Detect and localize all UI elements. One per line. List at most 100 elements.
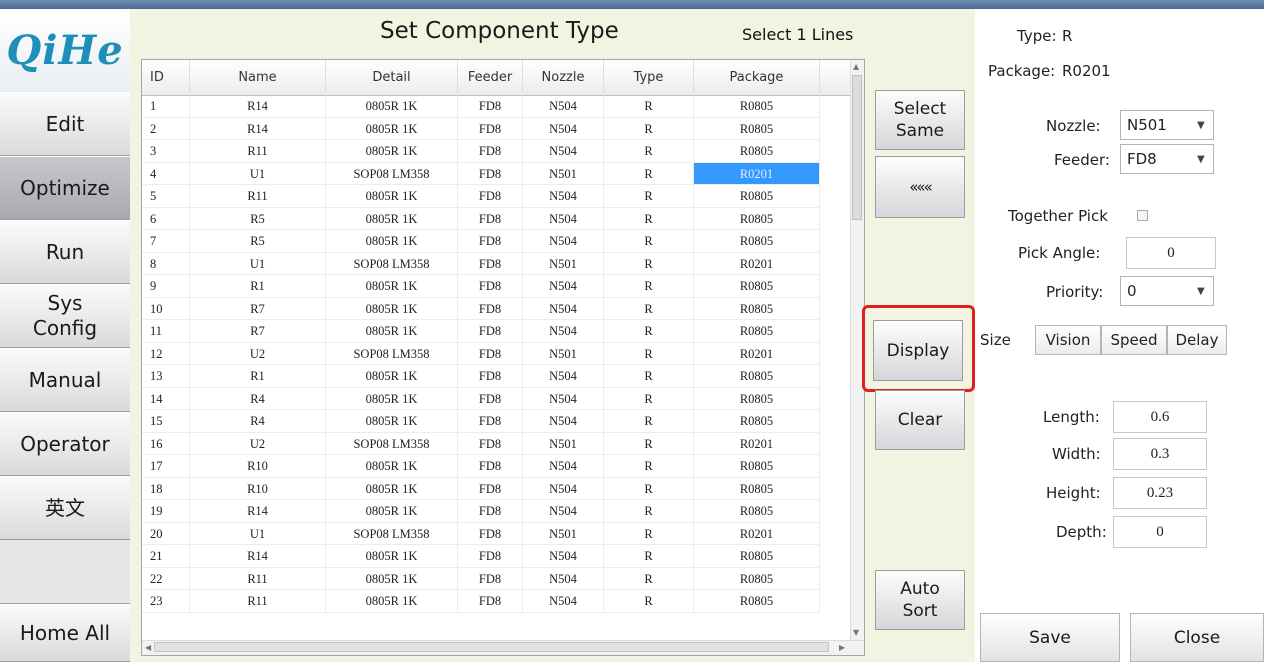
table-row[interactable]: 7 R5 0805R 1K FD8 N504 R R0805 <box>142 230 850 253</box>
cell-detail[interactable]: 0805R 1K <box>326 567 458 590</box>
depth-input[interactable]: 0 <box>1113 516 1207 548</box>
tab-vision[interactable]: Vision <box>1035 325 1101 355</box>
move-back-button[interactable]: ««« <box>875 156 965 218</box>
cell-feeder[interactable]: FD8 <box>458 95 523 118</box>
cell-feeder[interactable]: FD8 <box>458 320 523 343</box>
cell-nozzle[interactable]: N501 <box>523 342 604 365</box>
cell-nozzle[interactable]: N504 <box>523 95 604 118</box>
cell-type[interactable]: R <box>604 162 694 185</box>
cell-feeder[interactable]: FD8 <box>458 455 523 478</box>
table-row[interactable]: 23 R11 0805R 1K FD8 N504 R R0805 <box>142 590 850 613</box>
select-same-button[interactable]: Select Same <box>875 90 965 150</box>
tab-size[interactable]: Size <box>975 325 1035 355</box>
cell-name[interactable]: R4 <box>190 410 326 433</box>
cell-feeder[interactable]: FD8 <box>458 230 523 253</box>
cell-id[interactable]: 15 <box>142 410 190 433</box>
cell-name[interactable]: R1 <box>190 365 326 388</box>
cell-nozzle[interactable]: N504 <box>523 545 604 568</box>
together-pick-checkbox[interactable] <box>1137 210 1148 221</box>
table-row[interactable]: 19 R14 0805R 1K FD8 N504 R R0805 <box>142 500 850 523</box>
cell-type[interactable]: R <box>604 297 694 320</box>
cell-feeder[interactable]: FD8 <box>458 342 523 365</box>
cell-nozzle[interactable]: N504 <box>523 185 604 208</box>
nav-edit-button[interactable]: Edit <box>0 92 130 156</box>
table-row[interactable]: 3 R11 0805R 1K FD8 N504 R R0805 <box>142 140 850 163</box>
cell-detail[interactable]: SOP08 LM358 <box>326 252 458 275</box>
table-row[interactable]: 17 R10 0805R 1K FD8 N504 R R0805 <box>142 455 850 478</box>
table-row[interactable]: 10 R7 0805R 1K FD8 N504 R R0805 <box>142 297 850 320</box>
cell-package[interactable]: R0201 <box>694 252 820 275</box>
column-header-package[interactable]: Package <box>694 60 820 95</box>
cell-id[interactable]: 23 <box>142 590 190 613</box>
cell-nozzle[interactable]: N504 <box>523 500 604 523</box>
cell-nozzle[interactable]: N504 <box>523 590 604 613</box>
cell-detail[interactable]: 0805R 1K <box>326 455 458 478</box>
cell-package[interactable]: R0201 <box>694 162 820 185</box>
table-row[interactable]: 15 R4 0805R 1K FD8 N504 R R0805 <box>142 410 850 433</box>
cell-feeder[interactable]: FD8 <box>458 432 523 455</box>
cell-id[interactable]: 17 <box>142 455 190 478</box>
cell-name[interactable]: R11 <box>190 140 326 163</box>
cell-type[interactable]: R <box>604 320 694 343</box>
column-header-detail[interactable]: Detail <box>326 60 458 95</box>
table-row[interactable]: 18 R10 0805R 1K FD8 N504 R R0805 <box>142 477 850 500</box>
cell-nozzle[interactable]: N504 <box>523 365 604 388</box>
cell-detail[interactable]: 0805R 1K <box>326 365 458 388</box>
cell-name[interactable]: R7 <box>190 320 326 343</box>
cell-type[interactable]: R <box>604 500 694 523</box>
cell-id[interactable]: 5 <box>142 185 190 208</box>
cell-type[interactable]: R <box>604 455 694 478</box>
nav-home-all-button[interactable]: Home All <box>0 604 130 662</box>
cell-name[interactable]: R7 <box>190 297 326 320</box>
nav-optimize-button[interactable]: Optimize <box>0 156 130 220</box>
column-header-id[interactable]: ID <box>142 60 190 95</box>
table-row[interactable]: 11 R7 0805R 1K FD8 N504 R R0805 <box>142 320 850 343</box>
cell-name[interactable]: U1 <box>190 522 326 545</box>
cell-type[interactable]: R <box>604 477 694 500</box>
table-row[interactable]: 8 U1 SOP08 LM358 FD8 N501 R R0201 <box>142 252 850 275</box>
cell-nozzle[interactable]: N504 <box>523 297 604 320</box>
vertical-scroll-thumb[interactable] <box>852 75 862 220</box>
tab-delay[interactable]: Delay <box>1167 325 1227 355</box>
cell-detail[interactable]: 0805R 1K <box>326 140 458 163</box>
cell-type[interactable]: R <box>604 140 694 163</box>
cell-nozzle[interactable]: N501 <box>523 162 604 185</box>
cell-detail[interactable]: SOP08 LM358 <box>326 432 458 455</box>
cell-detail[interactable]: 0805R 1K <box>326 410 458 433</box>
table-row[interactable]: 21 R14 0805R 1K FD8 N504 R R0805 <box>142 545 850 568</box>
cell-nozzle[interactable]: N501 <box>523 522 604 545</box>
table-row[interactable]: 9 R1 0805R 1K FD8 N504 R R0805 <box>142 275 850 298</box>
cell-id[interactable]: 4 <box>142 162 190 185</box>
cell-id[interactable]: 6 <box>142 207 190 230</box>
cell-name[interactable]: U1 <box>190 252 326 275</box>
table-row[interactable]: 13 R1 0805R 1K FD8 N504 R R0805 <box>142 365 850 388</box>
nav-sys-config-button[interactable]: Sys Config <box>0 284 130 348</box>
cell-id[interactable]: 21 <box>142 545 190 568</box>
cell-name[interactable]: R14 <box>190 545 326 568</box>
cell-detail[interactable]: 0805R 1K <box>326 500 458 523</box>
cell-nozzle[interactable]: N504 <box>523 117 604 140</box>
nav-language-button[interactable]: 英文 <box>0 476 130 540</box>
width-input[interactable]: 0.3 <box>1113 438 1207 470</box>
cell-name[interactable]: R10 <box>190 455 326 478</box>
nozzle-select[interactable]: N501 ▼ <box>1120 110 1214 140</box>
cell-nozzle[interactable]: N504 <box>523 567 604 590</box>
horizontal-scroll-thumb[interactable] <box>154 642 829 652</box>
cell-feeder[interactable]: FD8 <box>458 387 523 410</box>
save-button[interactable]: Save <box>980 613 1120 662</box>
cell-type[interactable]: R <box>604 432 694 455</box>
cell-detail[interactable]: 0805R 1K <box>326 545 458 568</box>
cell-package[interactable]: R0805 <box>694 477 820 500</box>
cell-feeder[interactable]: FD8 <box>458 117 523 140</box>
cell-type[interactable]: R <box>604 410 694 433</box>
cell-type[interactable]: R <box>604 365 694 388</box>
cell-id[interactable]: 12 <box>142 342 190 365</box>
cell-detail[interactable]: SOP08 LM358 <box>326 162 458 185</box>
cell-detail[interactable]: 0805R 1K <box>326 117 458 140</box>
cell-feeder[interactable]: FD8 <box>458 500 523 523</box>
cell-feeder[interactable]: FD8 <box>458 140 523 163</box>
column-header-name[interactable]: Name <box>190 60 326 95</box>
cell-detail[interactable]: 0805R 1K <box>326 185 458 208</box>
cell-name[interactable]: U1 <box>190 162 326 185</box>
cell-package[interactable]: R0201 <box>694 342 820 365</box>
